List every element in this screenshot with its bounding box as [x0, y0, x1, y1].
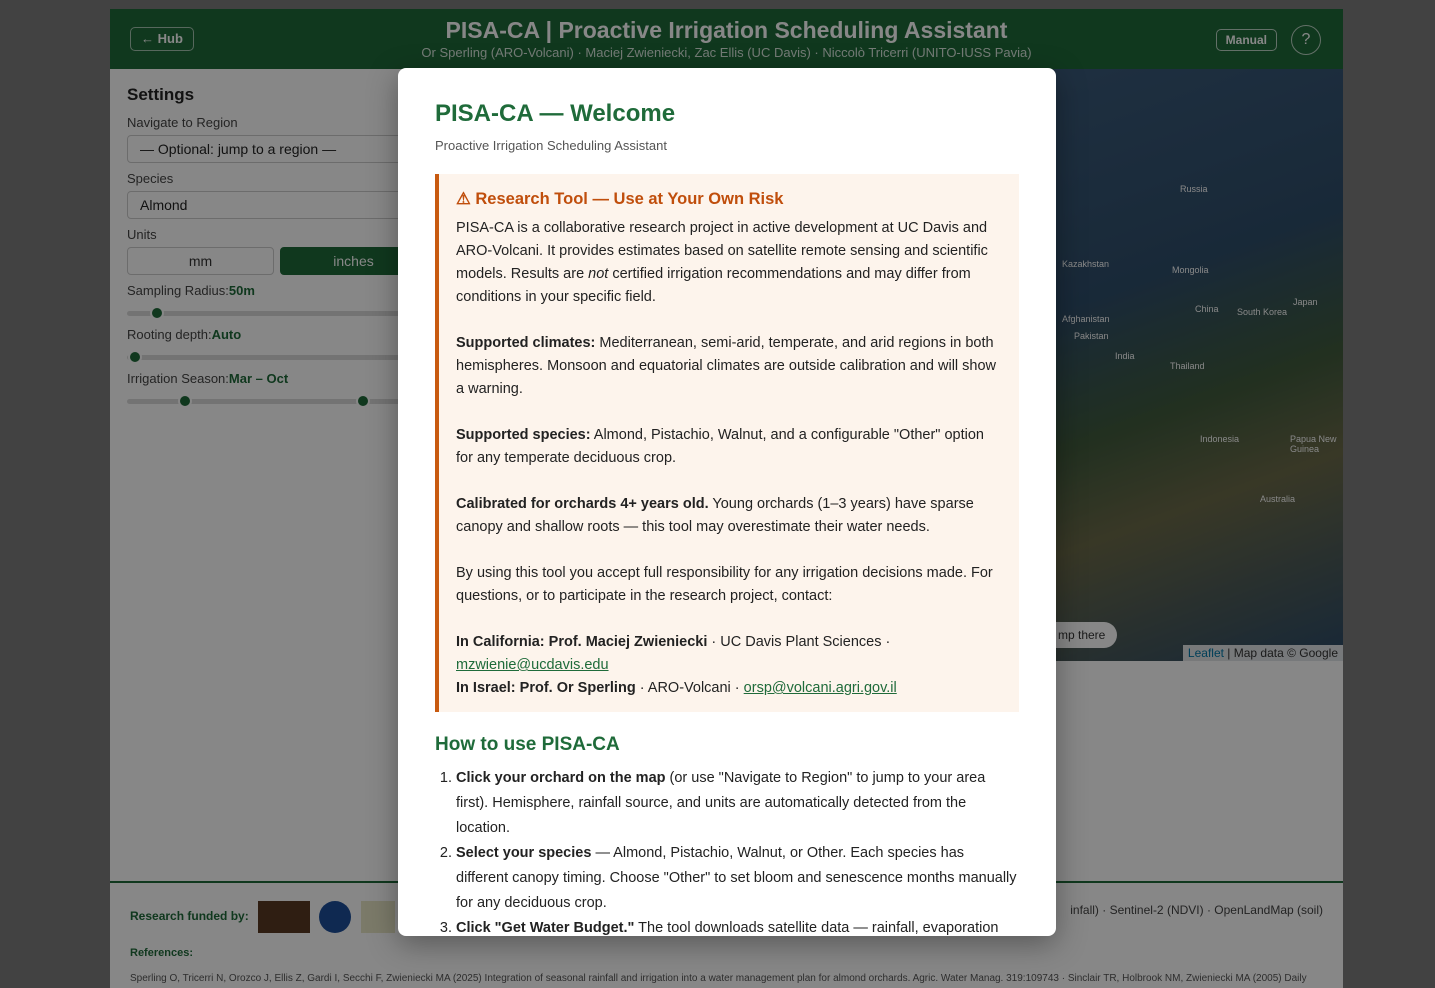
strong: Supported climates: [456, 335, 596, 351]
climates-paragraph: Supported climates: Mediterranean, semi-… [456, 332, 1003, 401]
modal-subtitle: Proactive Irrigation Scheduling Assistan… [435, 138, 667, 153]
strong: Select your species [456, 845, 592, 861]
strong: Calibrated for orchards 4+ years old. [456, 496, 709, 512]
text: · UC Davis Plant Sciences · [707, 634, 891, 650]
strong: Click your orchard on the map [456, 770, 666, 786]
strong: Supported species: [456, 427, 591, 443]
welcome-modal: PISA-CA — Welcome Proactive Irrigation S… [398, 68, 1056, 936]
emphasis: not [588, 266, 609, 282]
strong: Click "Get Water Budget." [456, 920, 635, 936]
orchard-age-paragraph: Calibrated for orchards 4+ years old. Yo… [456, 493, 1003, 539]
responsibility-paragraph: By using this tool you accept full respo… [456, 565, 993, 604]
strong: In Israel: Prof. Or Sperling [456, 680, 636, 696]
strong: In California: Prof. Maciej Zwieniecki [456, 634, 708, 650]
il-email-link[interactable]: orsp@volcani.agri.gov.il [744, 680, 897, 696]
step-item: Click "Get Water Budget." The tool downl… [456, 916, 1019, 936]
ca-email-link[interactable]: mzwienie@ucdavis.edu [456, 657, 609, 673]
step-item: Click your orchard on the map (or use "N… [456, 766, 1019, 841]
warning-paragraph: PISA-CA is a collaborative research proj… [456, 217, 1003, 309]
text: The tool downloads satellite data — rain… [634, 920, 999, 936]
risk-warning-box: ⚠ Research Tool — Use at Your Own Risk P… [435, 174, 1019, 712]
species-paragraph: Supported species: Almond, Pistachio, Wa… [456, 424, 1003, 470]
modal-title: PISA-CA — Welcome [435, 100, 676, 127]
contacts: In California: Prof. Maciej Zwieniecki ·… [456, 631, 1003, 700]
step-item: Select your species — Almond, Pistachio,… [456, 841, 1019, 916]
text: · ARO-Volcani · [635, 680, 744, 696]
howto-title: How to use PISA-CA [435, 734, 620, 755]
howto-steps: Click your orchard on the map (or use "N… [435, 766, 1019, 936]
warning-title: ⚠ Research Tool — Use at Your Own Risk [456, 190, 784, 208]
